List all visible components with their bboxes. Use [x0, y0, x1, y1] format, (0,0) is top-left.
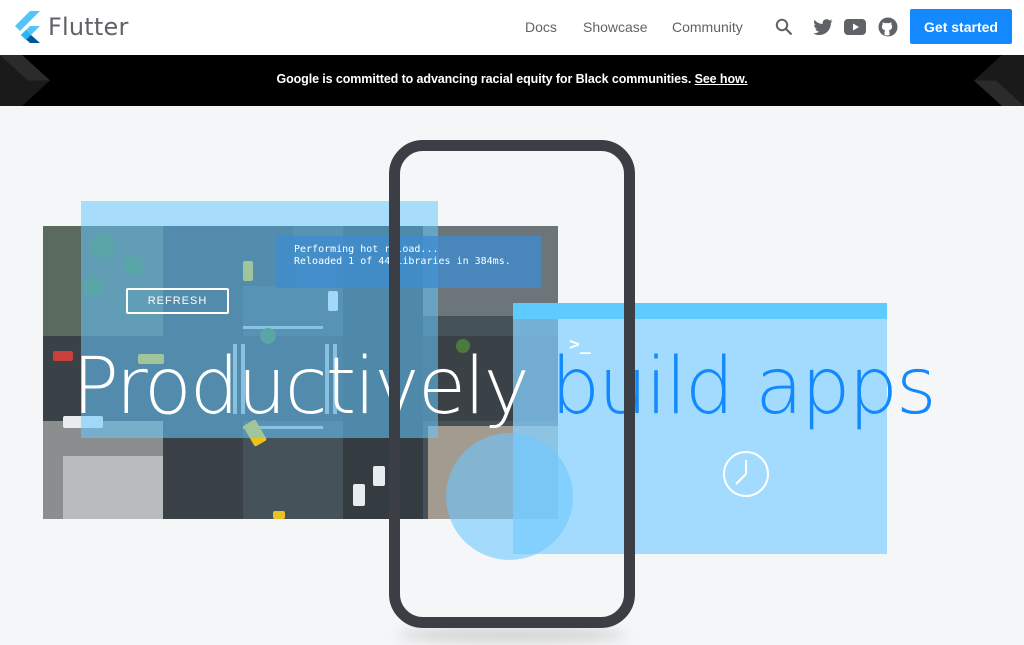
get-started-button[interactable]: Get started	[910, 9, 1012, 44]
banner-text: Google is committed to advancing racial …	[0, 72, 1024, 86]
see-how-link[interactable]: See how.	[695, 72, 748, 86]
twitter-icon[interactable]	[812, 16, 834, 38]
github-icon[interactable]	[877, 16, 899, 38]
top-navigation: Flutter Docs Showcase Community Get star…	[0, 0, 1024, 55]
nav-community[interactable]: Community	[672, 19, 743, 35]
logo-text: Flutter	[48, 13, 129, 41]
banner-message: Google is committed to advancing racial …	[276, 72, 692, 86]
flutter-logo-icon	[15, 11, 40, 43]
clock-icon	[723, 451, 769, 497]
nav-docs[interactable]: Docs	[525, 19, 557, 35]
announcement-banner: Google is committed to advancing racial …	[0, 55, 1024, 106]
phone-frame	[389, 140, 635, 628]
search-icon[interactable]	[773, 16, 795, 38]
hero-section: Performing hot reload... Reloaded 1 of 4…	[0, 106, 1024, 645]
flutter-logo[interactable]: Flutter	[14, 11, 129, 43]
youtube-icon[interactable]	[844, 16, 866, 38]
nav-showcase[interactable]: Showcase	[583, 19, 648, 35]
phone-shadow	[397, 628, 627, 642]
refresh-button: REFRESH	[126, 288, 229, 314]
